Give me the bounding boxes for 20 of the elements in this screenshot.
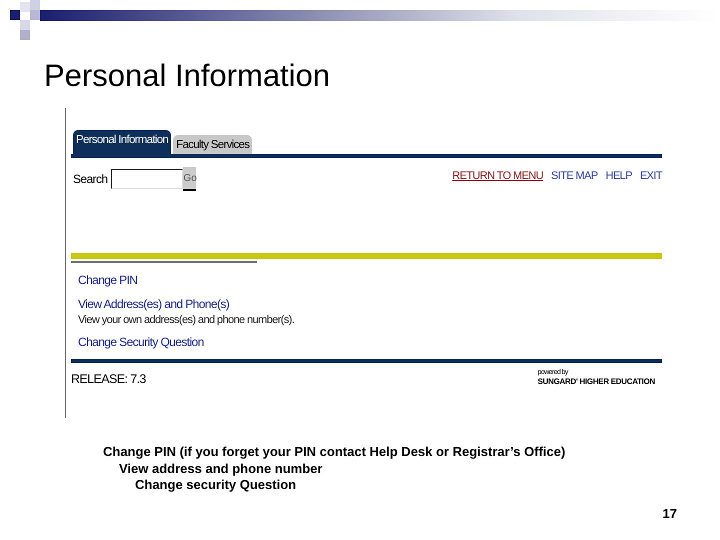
page-number: 17	[662, 506, 677, 521]
go-button[interactable]: Go	[183, 167, 196, 191]
tab[interactable]: Personal Information	[73, 130, 172, 154]
nav-link[interactable]: SITE MAP	[551, 170, 598, 182]
nav-link[interactable]: HELP	[606, 170, 632, 182]
search-label: Search	[73, 172, 108, 186]
vendor-logo: SUNGARD' HIGHER EDUCATION	[538, 376, 656, 388]
menu-description: View your own address(es) and phone number(s).	[78, 314, 296, 326]
nav-link[interactable]: EXIT	[640, 170, 662, 182]
search-field[interactable]	[111, 169, 184, 189]
note-text: Change security Question	[135, 477, 298, 494]
tab[interactable]: Faculty Services	[173, 135, 252, 154]
note-text: View address and phone number	[119, 460, 324, 477]
note-text: Change PIN (if you forget your PIN contact Help Desk or Registrar’s Office)	[103, 444, 566, 460]
slide-title: Personal Information	[44, 58, 330, 94]
menu-link[interactable]: Change Security Question	[78, 335, 662, 349]
menu-link[interactable]: View Address(es) and Phone(s)	[78, 297, 662, 311]
menu-link[interactable]: Change PIN	[78, 273, 662, 287]
nav-link[interactable]: RETURN TO MENU	[452, 170, 544, 182]
release-label: RELEASE: 7.3	[71, 371, 146, 388]
